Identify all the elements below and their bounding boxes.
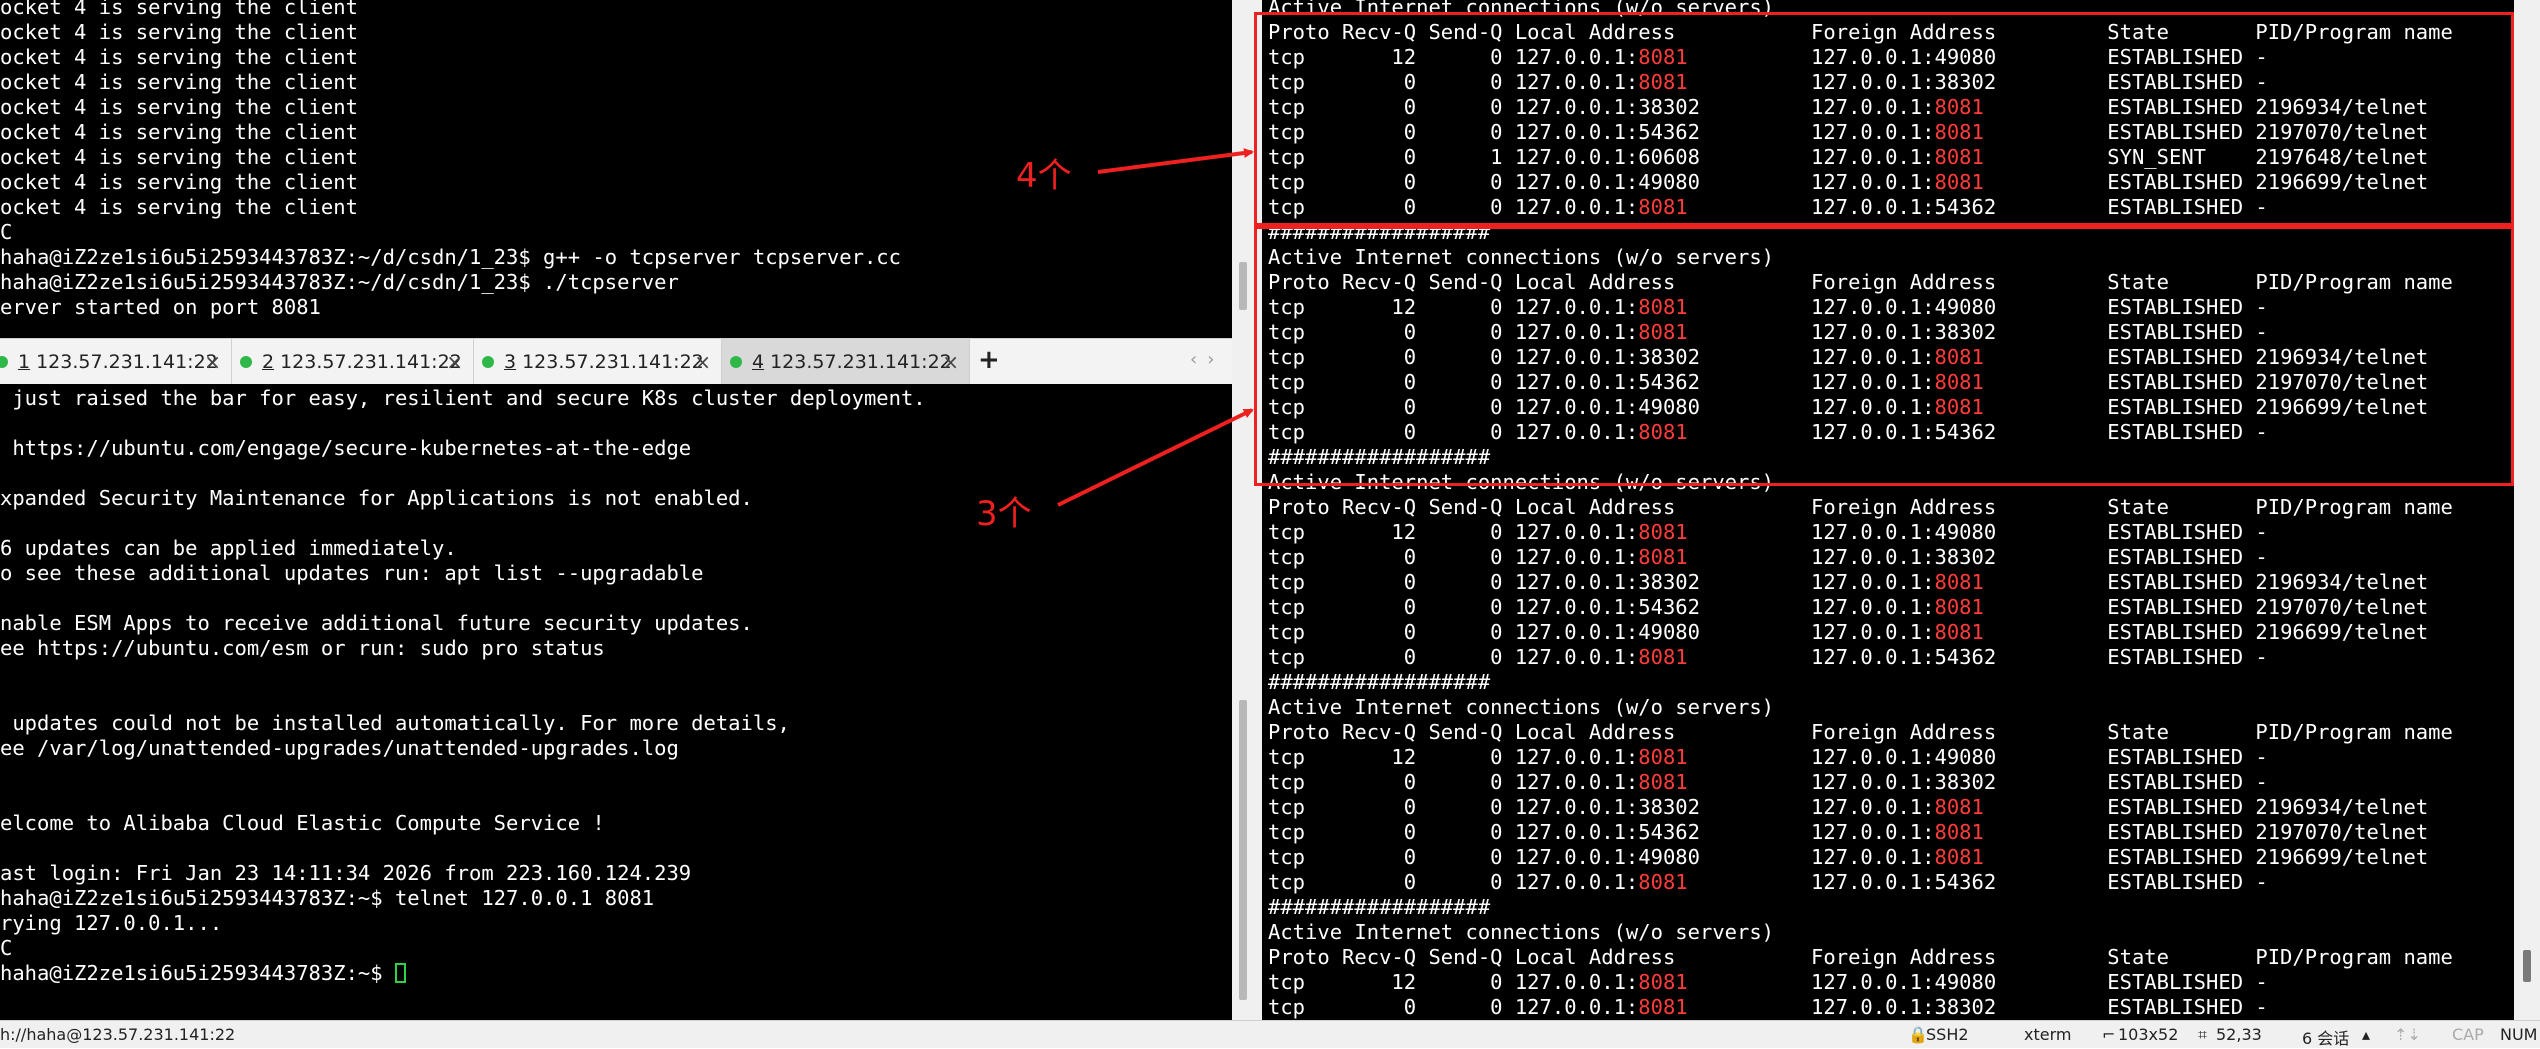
session-chevron-icon[interactable]: ▴ (2362, 1025, 2370, 1044)
up-down-arrows-icon[interactable]: ⇡⇣ (2394, 1025, 2421, 1044)
arrow-to-four-box (1097, 148, 1254, 174)
caps-lock-indicator: CAP (2452, 1025, 2484, 1044)
terminal-type: xterm (2024, 1025, 2072, 1044)
annotation-three: 3个 (976, 494, 1032, 534)
session-count[interactable]: 6 会话 (2302, 1025, 2349, 1049)
status-bar: h://haha@123.57.231.141:22 🔒 SSH2 xterm … (0, 1020, 2540, 1048)
lock-icon: 🔒 (1908, 1025, 1928, 1044)
annotation-arrows (1057, 148, 1254, 507)
terminal-size: 103x52 (2118, 1025, 2179, 1044)
resize-icon: ⌐ (2102, 1025, 2116, 1044)
protocol-label: SSH2 (1926, 1025, 1969, 1044)
connection-path: h://haha@123.57.231.141:22 (0, 1025, 236, 1044)
cursor-position: 52,33 (2216, 1025, 2262, 1044)
arrow-to-three-box (1057, 408, 1254, 507)
cursor-pos-icon: ⌗ (2198, 1025, 2208, 1044)
num-lock-indicator: NUM (2500, 1025, 2538, 1044)
annotation-four: 4个 (1016, 156, 1072, 196)
